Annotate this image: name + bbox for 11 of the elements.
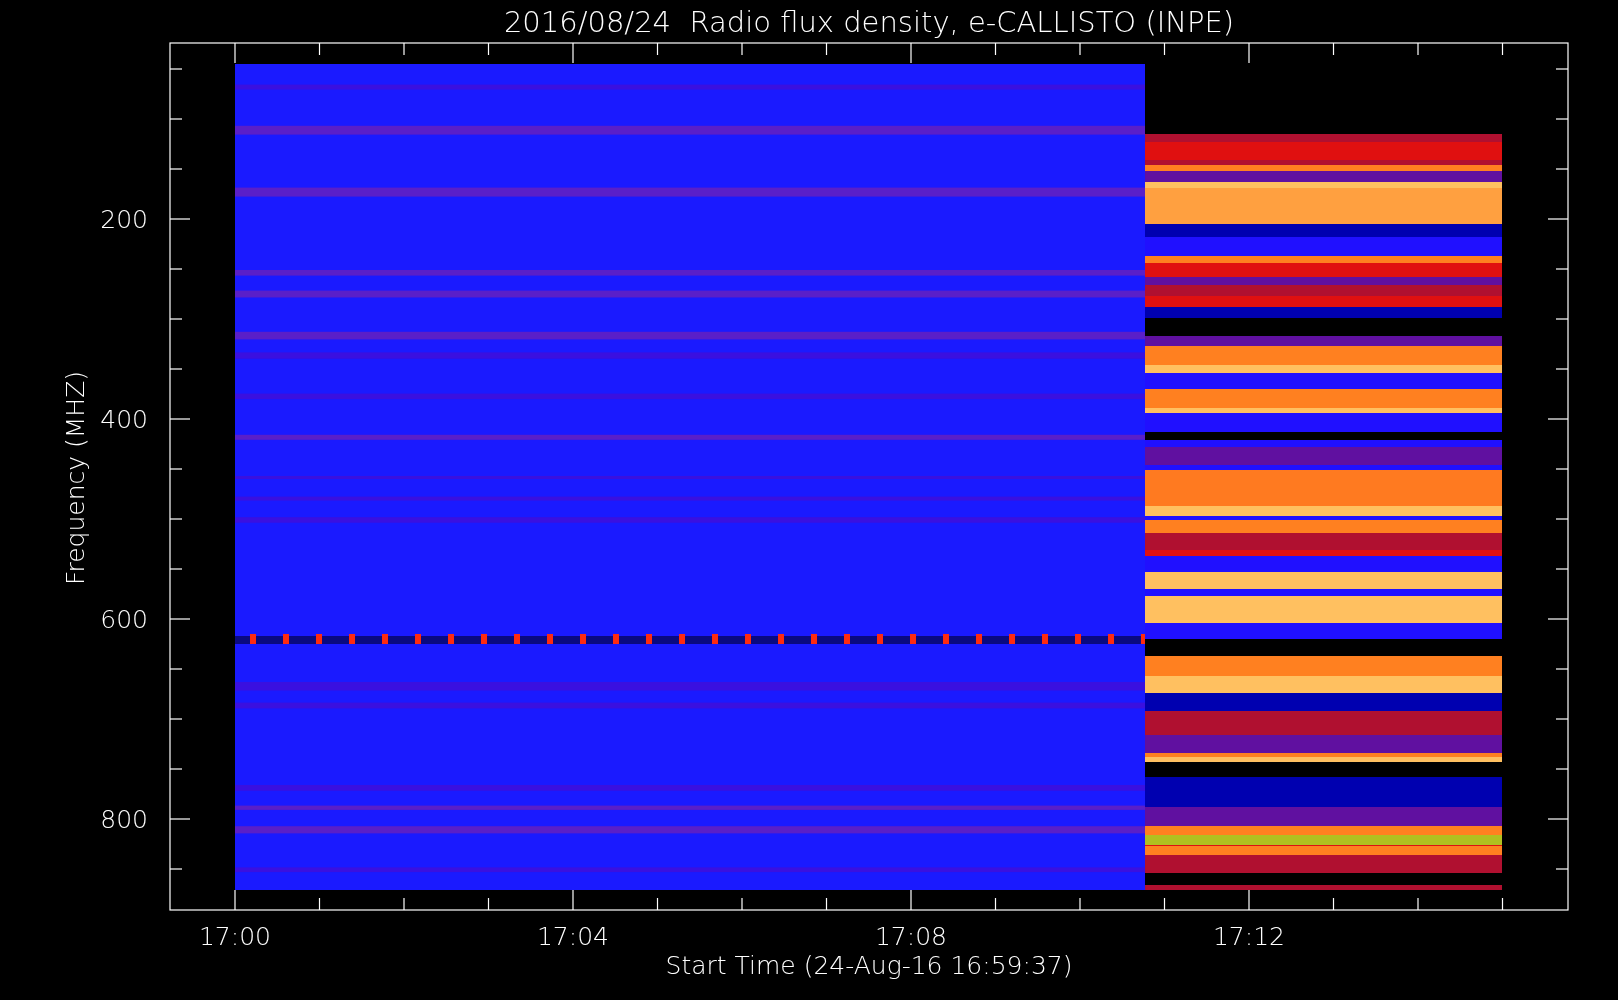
x-tick-label: 17:12	[1213, 922, 1285, 951]
y-axis-title: Frequency (MHZ)	[61, 370, 90, 586]
y-tick-label: 600	[100, 605, 148, 634]
y-tick-label: 400	[100, 405, 148, 434]
x-tick-label: 17:08	[875, 922, 947, 951]
x-tick-label: 17:00	[199, 922, 271, 951]
x-axis-title: Start Time (24-Aug-16 16:59:37)	[665, 951, 1073, 980]
y-tick-label: 800	[100, 805, 148, 834]
y-tick-label: 200	[100, 205, 148, 234]
x-tick-label: 17:04	[537, 922, 609, 951]
chart-title: 2016/08/24 Radio flux density, e-CALLISTO (INPE)	[503, 5, 1235, 39]
